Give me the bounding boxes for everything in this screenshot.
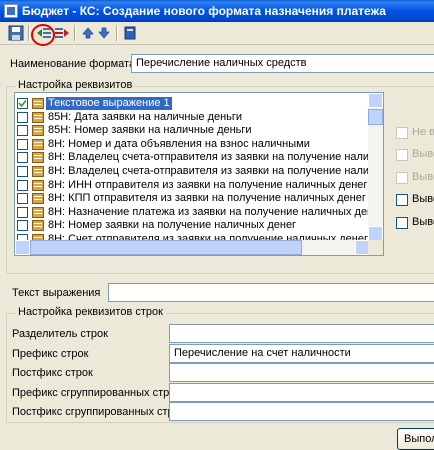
toolbar-separator xyxy=(74,25,76,41)
table-icon xyxy=(32,125,44,137)
row-setting-input[interactable] xyxy=(169,383,434,402)
title-bar[interactable]: Бюджет - КС: Создание нового формата наз… xyxy=(0,0,434,22)
scroll-left-button[interactable] xyxy=(15,240,30,255)
output-option-label: Вывод xyxy=(412,193,434,205)
item-checkbox[interactable] xyxy=(17,111,28,123)
item-checkbox[interactable] xyxy=(17,98,28,109)
scroll-up-button[interactable] xyxy=(368,93,383,108)
list-item-label: Текстовое выражение 1 xyxy=(46,97,172,110)
list-horizontal-scrollbar[interactable] xyxy=(15,240,370,255)
row-setting-label: Постфикс сгруппированных строк xyxy=(12,406,185,418)
scroll-down-button[interactable] xyxy=(368,226,383,241)
row-setting-input[interactable] xyxy=(169,324,434,343)
list-item[interactable]: 85Н: Номер заявки на наличные деньги xyxy=(15,124,370,137)
output-option-label: Вывод xyxy=(412,171,434,183)
row-setting-input[interactable] xyxy=(169,402,434,421)
item-checkbox[interactable] xyxy=(17,152,28,164)
output-option-checkbox[interactable] xyxy=(396,127,408,139)
list-item-label: 8Н: КПП отправителя из заявки на получен… xyxy=(48,192,366,205)
list-item-label: 8Н: Владелец счета-отправителя из заявки… xyxy=(48,151,384,164)
app-icon xyxy=(4,4,18,18)
format-name-label: Наименование формата xyxy=(10,58,136,70)
list-item-label: 8Н: ИНН отправителя из заявки на получен… xyxy=(48,178,368,191)
table-icon xyxy=(32,138,44,150)
move-up-icon[interactable] xyxy=(80,25,96,41)
item-checkbox[interactable] xyxy=(17,220,28,232)
list-item[interactable]: 8Н: Номер и дата объявления на взнос нал… xyxy=(15,138,370,151)
list-item[interactable]: 8Н: Владелец счета-отправителя из заявки… xyxy=(15,151,383,164)
table-icon xyxy=(32,166,44,177)
table-icon xyxy=(32,111,44,123)
list-item-label: 8Н: Номер и дата объявления на взнос нал… xyxy=(48,137,310,150)
list-item-label: 8Н: Номер заявки на получение наличных д… xyxy=(48,219,297,232)
list-item[interactable]: 8Н: Владелец счета-отправителя из заявки… xyxy=(15,165,383,178)
row-setting-input[interactable]: Перечисление на счет наличности xyxy=(169,344,434,363)
move-down-icon[interactable] xyxy=(96,25,112,41)
table-icon xyxy=(32,152,44,164)
execute-button[interactable]: Выпол xyxy=(397,428,434,450)
remove-row-icon[interactable] xyxy=(54,25,70,41)
list-item-label: 8Н: Владелец счета-отправителя из заявки… xyxy=(48,165,384,177)
item-checkbox[interactable] xyxy=(17,166,28,177)
toolbar xyxy=(0,22,434,46)
item-checkbox[interactable] xyxy=(17,125,28,137)
highlight-circle xyxy=(31,24,55,46)
table-icon xyxy=(32,193,44,205)
dialog-window: Бюджет - КС: Создание нового формата наз… xyxy=(0,0,434,450)
list-item[interactable]: 8Н: Номер заявки на получение наличных д… xyxy=(15,219,370,232)
window-title: Бюджет - КС: Создание нового формата наз… xyxy=(22,4,386,18)
list-item[interactable]: 8Н: КПП отправителя из заявки на получен… xyxy=(15,192,370,205)
scroll-thumb[interactable] xyxy=(368,109,383,125)
scroll-corner xyxy=(368,240,383,255)
table-icon xyxy=(32,98,44,109)
save-icon[interactable] xyxy=(8,25,24,41)
output-option-checkbox[interactable] xyxy=(396,149,408,161)
item-checkbox[interactable] xyxy=(17,193,28,205)
list-vertical-scrollbar[interactable] xyxy=(368,93,383,241)
output-option-label: Вывод xyxy=(412,148,434,160)
list-item-label: 85Н: Номер заявки на наличные деньги xyxy=(48,124,252,137)
horizontal-scroll-thumb[interactable] xyxy=(30,240,302,255)
output-option-checkbox[interactable] xyxy=(396,217,408,229)
requisites-legend: Настройка реквизитов xyxy=(15,79,136,91)
row-setting-input[interactable] xyxy=(169,363,434,382)
list-item[interactable]: 85Н: Дата заявки на наличные деньги xyxy=(15,111,370,124)
item-checkbox[interactable] xyxy=(17,179,28,191)
expression-label: Текст выражения xyxy=(12,287,101,299)
row-setting-label: Постфикс строк xyxy=(12,367,93,379)
output-option-checkbox[interactable] xyxy=(396,194,408,206)
list-item[interactable]: 8Н: ИНН отправителя из заявки на получен… xyxy=(15,179,370,192)
row-setting-label: Разделитель строк xyxy=(12,328,108,340)
list-item[interactable]: Текстовое выражение 1 xyxy=(15,97,370,110)
table-icon xyxy=(32,206,44,218)
row-setting-label: Префикс сгруппированных строк xyxy=(12,387,181,399)
expression-input[interactable] xyxy=(108,283,434,302)
requisites-list[interactable]: Текстовое выражение 1 85Н: Дата заявки на… xyxy=(14,92,384,256)
output-option-label: Вывод xyxy=(412,216,434,228)
item-checkbox[interactable] xyxy=(17,138,28,150)
list-item-label: 85Н: Дата заявки на наличные деньги xyxy=(48,110,243,123)
output-option-label: Не вы xyxy=(412,126,434,138)
list-item[interactable]: 8Н: Назначение платежа из заявки на полу… xyxy=(15,206,383,219)
table-icon xyxy=(32,220,44,232)
output-option-checkbox[interactable] xyxy=(396,172,408,184)
format-name-input[interactable]: Перечисление наличных средств xyxy=(131,54,434,73)
item-checkbox[interactable] xyxy=(17,206,28,218)
table-icon xyxy=(32,179,44,191)
row-settings-legend: Настройка реквизитов строк xyxy=(15,306,166,318)
row-setting-label: Префикс строк xyxy=(12,348,89,360)
book-icon[interactable] xyxy=(122,25,138,41)
toolbar-separator xyxy=(116,25,118,41)
list-item-label: 8Н: Назначение платежа из заявки на полу… xyxy=(48,205,384,218)
